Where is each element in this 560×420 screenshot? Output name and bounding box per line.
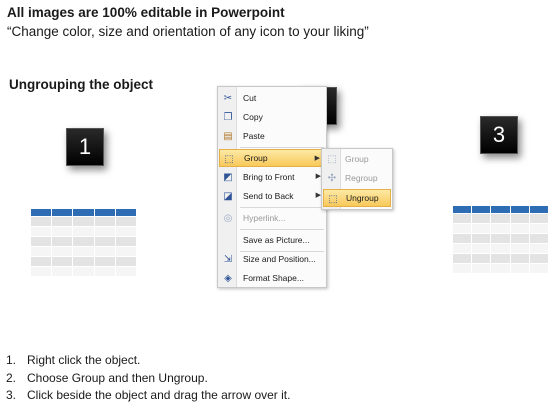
submenu-item-label: Regroup (345, 173, 378, 183)
submenu-item-group[interactable]: ⬚ Group (323, 150, 391, 168)
submenu-item-label: Ungroup (346, 193, 379, 203)
ungrouped-table-object[interactable] (451, 205, 550, 274)
submenu-item-ungroup[interactable]: ⬚ Ungroup (323, 189, 391, 207)
menu-item-hyperlink[interactable]: ◎ Hyperlink... (219, 209, 325, 227)
copy-icon: ❐ (223, 111, 233, 123)
menu-separator (240, 147, 324, 148)
regroup-icon: ✣ (327, 172, 337, 184)
instruction-text: Click beside the object and drag the arr… (27, 388, 291, 402)
menu-item-format-shape[interactable]: ◈ Format Shape... (219, 269, 325, 287)
scissors-icon: ✂ (223, 92, 233, 104)
menu-item-label: Copy (243, 112, 263, 122)
menu-item-label: Format Shape... (243, 273, 304, 283)
instruction-number: 2. (6, 370, 17, 385)
globe-link-icon: ◎ (223, 212, 233, 224)
menu-item-label: Hyperlink... (243, 213, 286, 223)
ungroup-icon: ⬚ (328, 193, 338, 205)
context-menu: ✂ Cut ❐ Copy ▤ Paste ⬚ Group ▶ ◩ Bring t… (217, 86, 327, 288)
section-title: Ungrouping the object (9, 77, 153, 92)
menu-item-send-to-back[interactable]: ◪ Send to Back ▶ (219, 187, 325, 205)
menu-item-label: Cut (243, 93, 257, 103)
instruction-item: 3. Click beside the object and drag the a… (6, 387, 290, 405)
menu-item-group[interactable]: ⬚ Group ▶ (219, 149, 325, 167)
bring-front-icon: ◩ (223, 171, 233, 183)
step-badge-1: 1 (66, 128, 104, 166)
group-submenu: ⬚ Group ✣ Regroup ⬚ Ungroup (321, 148, 393, 210)
clipboard-icon: ▤ (223, 130, 233, 142)
send-back-icon: ◪ (223, 190, 233, 202)
menu-item-copy[interactable]: ❐ Copy (219, 108, 325, 126)
step-badge-3: 3 (480, 116, 518, 154)
group-icon: ⬚ (224, 153, 234, 165)
menu-item-bring-to-front[interactable]: ◩ Bring to Front ▶ (219, 168, 325, 186)
submenu-item-label: Group (345, 154, 369, 164)
menu-item-cut[interactable]: ✂ Cut (219, 89, 325, 107)
group-icon: ⬚ (327, 153, 337, 165)
size-position-icon: ⇲ (223, 253, 233, 265)
submenu-arrow-icon: ▶ (314, 155, 320, 162)
instruction-item: 2. Choose Group and then Ungroup. (6, 370, 290, 388)
menu-item-size-and-position[interactable]: ⇲ Size and Position... (219, 250, 325, 268)
instructions-list: 1. Right click the object. 2. Choose Group… (6, 352, 290, 405)
menu-item-label: Send to Back (243, 191, 294, 201)
slide-headline: All images are 100% editable in Powerpoi… (7, 5, 285, 20)
paint-bucket-icon: ◈ (224, 272, 232, 284)
instruction-number: 3. (6, 388, 17, 402)
menu-item-label: Save as Picture... (243, 235, 310, 245)
menu-item-paste[interactable]: ▤ Paste (219, 127, 325, 145)
grouped-table-object[interactable] (29, 208, 138, 277)
menu-item-label: Group (244, 153, 268, 163)
slide-subline: “Change color, size and orientation of a… (7, 24, 369, 39)
menu-item-save-as-picture[interactable]: Save as Picture... (219, 231, 325, 249)
menu-separator (240, 207, 324, 208)
menu-item-label: Size and Position... (243, 254, 316, 264)
menu-item-label: Bring to Front (243, 172, 295, 182)
submenu-item-regroup[interactable]: ✣ Regroup (323, 169, 391, 187)
instruction-number: 1. (6, 353, 17, 367)
instruction-text: Right click the object. (27, 353, 141, 367)
menu-separator (240, 229, 324, 230)
menu-item-label: Paste (243, 131, 265, 141)
instruction-text: Choose Group and then Ungroup. (27, 370, 208, 385)
instruction-item: 1. Right click the object. (6, 352, 290, 370)
